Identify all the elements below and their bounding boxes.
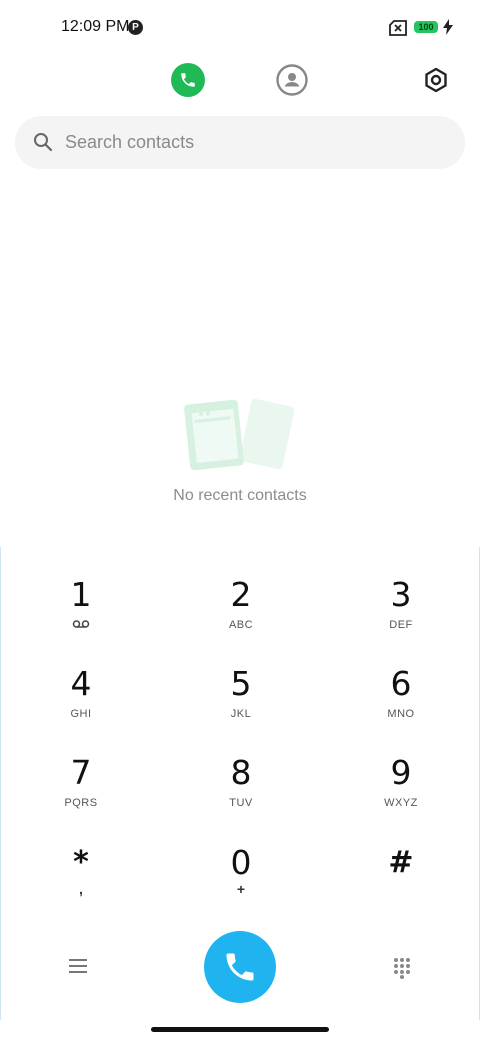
dial-key-hash[interactable]: #	[341, 845, 461, 925]
dial-letters: JKL	[230, 708, 252, 720]
settings-icon	[425, 67, 447, 93]
dial-key-2[interactable]: 2 ABC	[181, 577, 301, 657]
recents-illustration	[183, 398, 297, 479]
dial-letters: PQRS	[64, 797, 98, 809]
dial-key-8[interactable]: 8 TUV	[181, 755, 301, 835]
dial-letters: ,	[79, 881, 83, 897]
tab-calls[interactable]	[171, 63, 205, 97]
phone-icon	[181, 73, 195, 87]
dial-key-4[interactable]: 4 GHI	[21, 666, 141, 746]
dial-digit: 5	[230, 664, 252, 703]
battery-icon: 100	[414, 21, 438, 33]
tab-contacts[interactable]	[274, 62, 310, 98]
dial-digit: 1	[70, 575, 92, 614]
dial-key-0[interactable]: 0 +	[181, 845, 301, 925]
dial-digit: *	[73, 845, 89, 880]
dial-key-9[interactable]: 9 WXYZ	[341, 755, 461, 835]
p-icon: P	[128, 20, 143, 35]
dial-digit: 2	[230, 575, 252, 614]
call-icon	[226, 953, 254, 981]
dial-digit: 3	[390, 575, 412, 614]
dial-letters: WXYZ	[384, 797, 418, 809]
search-bar[interactable]	[15, 116, 465, 169]
no-sim-icon	[388, 20, 408, 41]
charging-bolt-icon	[443, 19, 453, 40]
dial-digit: 8	[230, 753, 252, 792]
call-button[interactable]	[204, 931, 276, 1003]
dial-digit: #	[388, 845, 414, 880]
dial-key-3[interactable]: 3 DEF	[341, 577, 461, 657]
dial-letters: ABC	[228, 619, 254, 631]
dial-letters: DEF	[389, 619, 413, 631]
dial-key-5[interactable]: 5 JKL	[181, 666, 301, 746]
tab-settings[interactable]	[418, 62, 454, 98]
home-indicator[interactable]	[151, 1027, 329, 1032]
empty-state-message: No recent contacts	[173, 487, 307, 504]
dial-key-6[interactable]: 6 MNO	[341, 666, 461, 746]
dial-key-7[interactable]: 7 PQRS	[21, 755, 141, 835]
dial-letters: GHI	[70, 708, 92, 720]
voicemail-icon	[21, 619, 141, 631]
status-time: 12:09 PM	[61, 18, 130, 35]
dialpad-icon[interactable]	[393, 957, 411, 984]
dial-digit: 9	[390, 753, 412, 792]
dial-key-star[interactable]: * ,	[21, 845, 141, 925]
dial-digit: 6	[390, 664, 412, 703]
dial-digit: 0	[230, 843, 252, 882]
dial-digit: 7	[70, 753, 92, 792]
dial-letters: +	[236, 881, 246, 897]
contacts-icon	[276, 64, 308, 96]
search-icon	[33, 132, 53, 157]
dial-letters: MNO	[387, 708, 415, 720]
dial-key-1[interactable]: 1	[21, 577, 141, 657]
dialer-screen: 12:09 PM P 100 Search contacts No recent…	[0, 0, 480, 1040]
search-input[interactable]	[65, 116, 445, 169]
status-bar: 12:09 PM P 100	[0, 0, 480, 56]
menu-icon[interactable]	[67, 957, 89, 980]
dial-letters: TUV	[229, 797, 253, 809]
dial-digit: 4	[70, 664, 92, 703]
